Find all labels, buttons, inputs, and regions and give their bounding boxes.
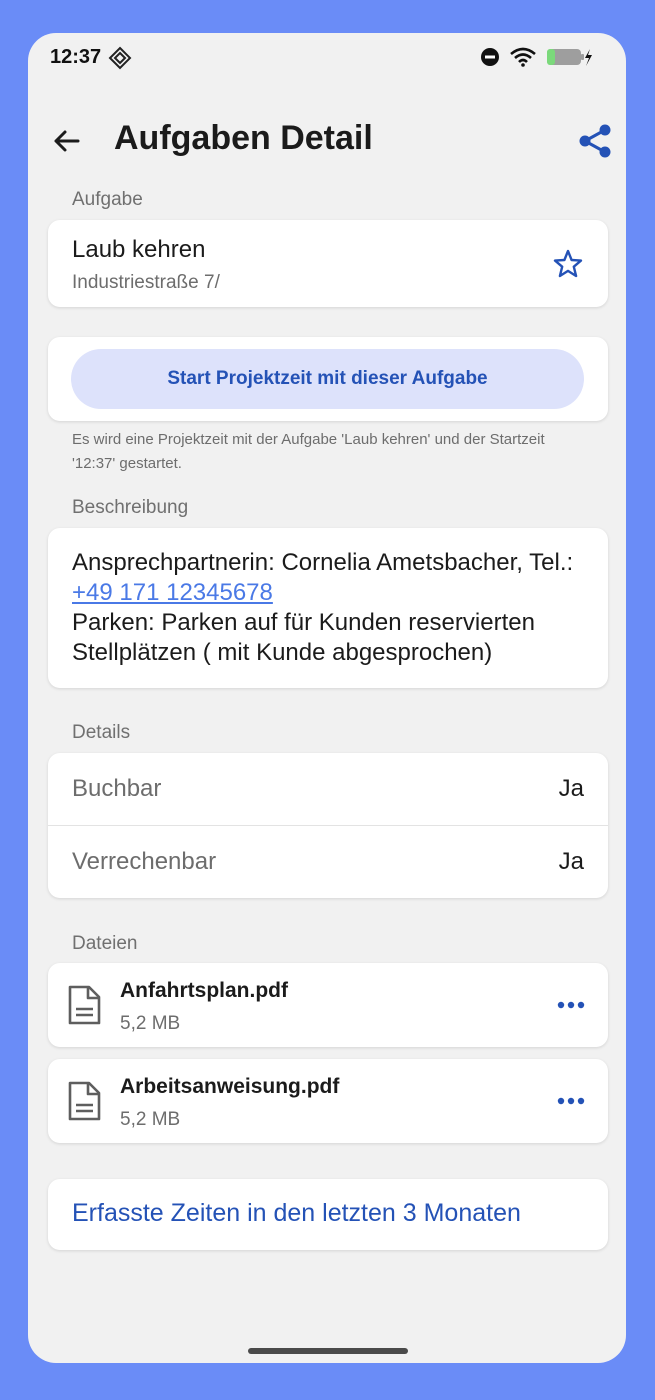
project-time-card: Start Projektzeit mit dieser Aufgabe [48,337,608,421]
detail-label: Verrechenbar [72,848,217,875]
file-size: 5,2 MB [120,1109,181,1130]
task-address: Industriestraße 7/ [72,272,220,293]
home-indicator[interactable] [248,1348,408,1354]
star-favorite-icon[interactable] [552,248,584,280]
description-card: Ansprechpartnerin: Cornelia Ametsbacher,… [48,528,608,688]
back-arrow-icon[interactable] [50,125,82,157]
detail-row-buchbar: Buchbar Ja [48,753,608,826]
detail-row-verrechenbar: Verrechenbar Ja [48,826,608,898]
status-time: 12:37 [50,46,102,68]
file-item-anfahrtsplan[interactable]: Anfahrtsplan.pdf 5,2 MB [48,963,608,1047]
task-title: Laub kehren [72,236,206,263]
task-section-label: Aufgabe [72,189,143,210]
phone-screen: 12:37 Aufgaben Detail Aufgabe Laub kehre… [28,33,626,1363]
file-name: Arbeitsanweisung.pdf [120,1075,340,1098]
status-bar: 12:37 [28,33,626,85]
recorded-times-link[interactable]: Erfasste Zeiten in den letzten 3 Monaten [72,1199,521,1228]
phone-link[interactable]: +49 171 12345678 [72,579,273,606]
detail-label: Buchbar [72,775,162,802]
start-project-time-button[interactable]: Start Projektzeit mit dieser Aufgabe [71,349,584,409]
top-app-bar: Aufgaben Detail [28,115,626,171]
details-card: Buchbar Ja Verrechenbar Ja [48,753,608,898]
details-section-label: Details [72,722,131,743]
document-icon [68,985,101,1025]
file-name: Anfahrtsplan.pdf [120,979,288,1002]
file-item-arbeitsanweisung[interactable]: Arbeitsanweisung.pdf 5,2 MB [48,1059,608,1143]
do-not-disturb-icon [481,48,499,66]
battery-charging-icon [547,49,592,66]
page-title: Aufgaben Detail [114,119,373,157]
project-time-hint: Es wird eine Projektzeit mit der Aufgabe… [72,431,545,472]
task-card: Laub kehren Industriestraße 7/ [48,220,608,307]
description-text: Ansprechpartnerin: Cornelia Ametsbacher,… [72,548,592,668]
parking-text: Parken: Parken auf für Kunden reserviert… [72,609,535,666]
status-icons [480,47,592,67]
share-icon[interactable] [578,123,612,159]
contact-text: Ansprechpartnerin: Cornelia Ametsbacher,… [72,549,574,576]
files-section-label: Dateien [72,933,138,954]
more-options-icon[interactable] [556,1089,586,1113]
description-section-label: Beschreibung [72,497,189,518]
detail-value: Ja [558,775,584,802]
more-options-icon[interactable] [556,993,586,1017]
nfc-icon [108,46,132,70]
document-icon [68,1081,101,1121]
file-size: 5,2 MB [120,1013,181,1034]
recorded-times-card[interactable]: Erfasste Zeiten in den letzten 3 Monaten [48,1179,608,1250]
wifi-icon [510,47,536,67]
detail-value: Ja [558,848,584,875]
